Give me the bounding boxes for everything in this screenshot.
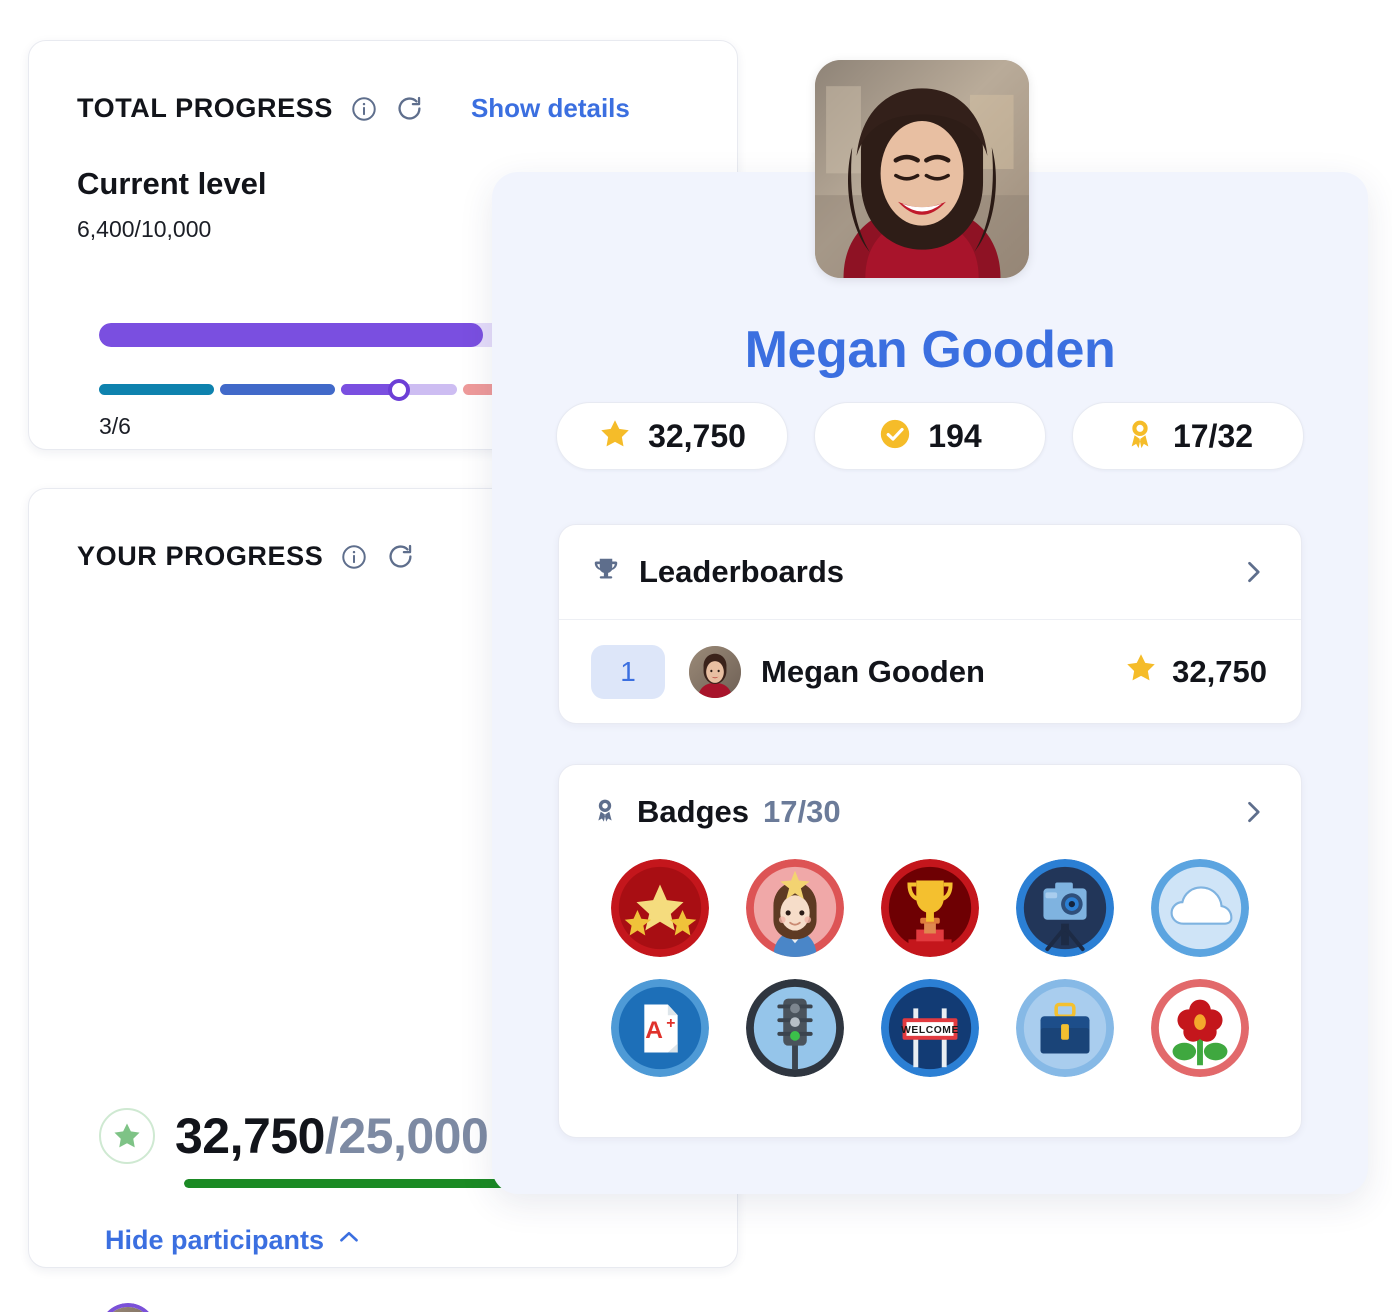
leaderboard-score-value: 32,750: [1172, 654, 1267, 689]
award-icon: [1123, 417, 1157, 456]
level-segment-1[interactable]: [99, 384, 215, 395]
welcome-badge[interactable]: WELCOME: [880, 979, 979, 1077]
leaderboards-header[interactable]: Leaderboards: [559, 525, 1301, 619]
total-progress-title: TOTAL PROGRESS: [77, 93, 333, 123]
score-target: 25,000: [338, 1108, 489, 1164]
score-separator: /: [324, 1108, 339, 1164]
camera-badge[interactable]: [1015, 859, 1114, 957]
your-progress-title: YOUR PROGRESS: [77, 541, 324, 571]
stat-pill[interactable]: 17/32: [1072, 402, 1304, 470]
stat-value: 32,750: [648, 417, 746, 454]
badges-grid: A + WELCOME: [559, 859, 1301, 1077]
toggle-participants-button[interactable]: Hide participants: [105, 1224, 362, 1257]
profile-stat-pills: 32,750 194 17/32: [492, 402, 1368, 470]
participant-row[interactable]: Megan Gooden: [99, 1284, 717, 1312]
refresh-icon[interactable]: [395, 94, 425, 124]
refresh-icon[interactable]: [385, 542, 415, 572]
badges-header[interactable]: Badges 17/30: [559, 765, 1301, 859]
flower-badge[interactable]: [1150, 979, 1249, 1077]
profile-overlay-card: Megan Gooden 32,750 194 17/32 Leaderboards: [492, 172, 1368, 1194]
svg-text:+: +: [667, 1015, 676, 1032]
show-details-link[interactable]: Show details: [471, 93, 630, 124]
profile-name: Megan Gooden: [744, 321, 1116, 379]
star-icon: [1124, 651, 1158, 693]
star-icon: [99, 1108, 155, 1164]
stat-value: 194: [928, 417, 982, 454]
chevron-right-icon[interactable]: [1239, 558, 1267, 586]
your-score-row: 32,750/25,000: [99, 1107, 489, 1165]
trophy-badge[interactable]: [880, 859, 979, 957]
toggle-participants-label: Hide participants: [105, 1225, 325, 1255]
chevron-up-icon: [336, 1224, 362, 1257]
participants-list: Megan GoodenPan SuBairam FrootanJube Bow…: [99, 1284, 717, 1312]
svg-text:A: A: [646, 1017, 664, 1044]
stat-pill[interactable]: 194: [814, 402, 1046, 470]
leaderboards-panel: Leaderboards 1 Megan Gooden 32,750: [558, 524, 1302, 724]
cloud-badge[interactable]: [1150, 859, 1249, 957]
leaderboard-name: Megan Gooden: [761, 654, 985, 689]
leaderboards-title: Leaderboards: [639, 554, 845, 589]
star-icon: [598, 417, 632, 456]
total-progress-header: TOTAL PROGRESS Show details: [29, 41, 737, 124]
leaderboard-avatar: [689, 646, 741, 698]
chevron-right-icon[interactable]: [1239, 798, 1267, 826]
briefcase-badge[interactable]: [1015, 979, 1114, 1077]
three-stars-badge[interactable]: [611, 859, 710, 957]
badges-count: 17/30: [762, 794, 841, 829]
badges-panel: Badges 17/30 A + WELCOME: [558, 764, 1302, 1138]
badges-title: Badges: [637, 794, 749, 829]
profile-avatar: [815, 60, 1029, 278]
svg-text:WELCOME: WELCOME: [901, 1025, 959, 1036]
stat-pill[interactable]: 32,750: [556, 402, 788, 470]
stat-value: 17/32: [1172, 417, 1254, 454]
screen-root: TOTAL PROGRESS Show details Current leve…: [0, 0, 1392, 1312]
leaderboard-score: 32,750: [1124, 651, 1267, 693]
info-icon[interactable]: [339, 542, 369, 572]
level-segment-2[interactable]: [220, 384, 336, 395]
your-score-value: 32,750/25,000: [175, 1107, 489, 1165]
leaderboard-rank: 1: [591, 645, 665, 699]
award-icon: [591, 796, 619, 829]
traffic-light-badge[interactable]: [746, 979, 845, 1077]
leaderboard-row[interactable]: 1 Megan Gooden 32,750: [559, 620, 1301, 724]
participant-avatar: [99, 1302, 157, 1312]
score-current: 32,750: [175, 1108, 325, 1164]
info-icon[interactable]: [349, 94, 379, 124]
level-slider-knob[interactable]: [388, 378, 410, 401]
check-circle-icon: [878, 417, 912, 456]
leaderboard-rows: 1 Megan Gooden 32,750: [559, 620, 1301, 724]
avatar-star-badge[interactable]: [746, 859, 845, 957]
levels-fraction: 3/6: [99, 413, 131, 439]
a-plus-badge[interactable]: A +: [611, 979, 710, 1077]
trophy-icon: [591, 555, 621, 590]
